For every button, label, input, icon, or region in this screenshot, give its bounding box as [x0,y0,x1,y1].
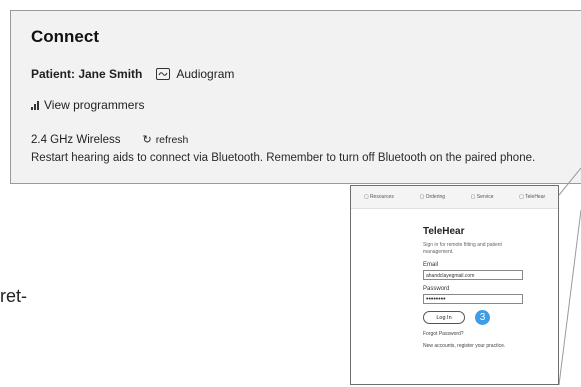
email-label: Email [423,262,439,268]
tab-resources[interactable]: ▢ Resources [364,194,394,200]
email-field[interactable]: ahandclayegmail.com [423,270,523,280]
login-form: TeleHear Sign in for remote fitting and … [423,226,553,349]
tab-telehear[interactable]: ▢ TeleHear [519,194,545,200]
password-label: Password [423,286,450,292]
telehear-subtitle: Sign in for remote fitting and patient m… [423,242,502,255]
tab-ordering[interactable]: ▢ Ordering [419,194,445,200]
tab-service[interactable]: ▢ Service [471,194,494,200]
new-account-text: New accounts, register your practice. [423,343,506,349]
step-badge: 3 [475,310,490,325]
login-button[interactable]: Log In [423,311,465,324]
forgot-password-link[interactable]: Forgot Password? [423,331,553,337]
login-row: Log In 3 [423,310,553,325]
password-field[interactable]: •••••••• [423,294,523,304]
telehear-title: TeleHear [423,226,465,237]
truncated-text: ret- [0,286,27,306]
telehear-screenshot: ▢ Resources ▢ Ordering ▢ Service ▢ TeleH… [350,185,559,385]
screenshot-tabs: ▢ Resources ▢ Ordering ▢ Service ▢ TeleH… [351,194,558,200]
